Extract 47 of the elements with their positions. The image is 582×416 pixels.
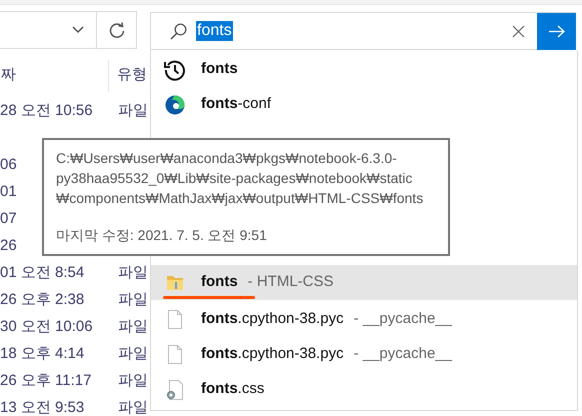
suggestion-name: fonts.cpython-38.pyc: [201, 344, 344, 364]
suggestion-location: - HTML-CSS: [248, 272, 334, 292]
date-cell-text: 06: [0, 155, 17, 176]
suggestion-name: fonts: [201, 59, 238, 80]
date-cell-text: 28 오전 10:56: [0, 101, 93, 122]
file-icon: [168, 310, 182, 329]
tooltip-path: ₩components₩MathJax₩jax₩output₩HTML-CSS₩fonts: [56, 189, 424, 208]
tooltip-path: C:₩Users₩user₩anaconda3₩pkgs₩notebook-6.3.0-: [56, 149, 398, 168]
folder-icon: [166, 274, 184, 291]
suggestion-location: - __pycache__: [354, 309, 452, 330]
date-cell-text: 26 오후 2:38: [0, 290, 84, 310]
suggestion-item[interactable]: fonts.cpython-38.pyc - __pycache__: [151, 302, 577, 337]
suggestion-item[interactable]: fonts: [151, 52, 577, 87]
suggestion-name: fonts: [201, 272, 238, 292]
column-header[interactable]: 유형: [109, 64, 147, 87]
suggestion-name: fonts.css: [201, 379, 264, 400]
type-cell-text: 파일: [118, 344, 148, 364]
date-cell-text: 26 오후 11:17: [0, 371, 92, 392]
suggestion-item[interactable]: fonts - HTML-CSS: [151, 265, 577, 300]
type-cell-text: 파일: [118, 317, 148, 338]
suggestion-name: fonts-conf: [201, 94, 272, 114]
date-cell-text: 18 오후 4:14: [0, 344, 84, 364]
tooltip-modified: 마지막 수정: 2021. 7. 5. 오전 9:51: [56, 226, 268, 245]
date-cell-text: 07: [0, 209, 17, 230]
history-icon: [164, 58, 186, 80]
refresh-icon[interactable]: [108, 22, 124, 38]
date-cell-text: 01 오전 8:54: [0, 263, 84, 284]
suggestion-item[interactable]: fonts.cpython-38.pyc - __pycache__: [151, 337, 577, 372]
type-cell-text: 파일: [118, 398, 148, 416]
tooltip-path: py38haa95532_0₩Lib₩site-packages₩notebook₩static: [56, 169, 414, 188]
date-cell-text: 26: [0, 236, 17, 256]
date-cell-text: 01: [0, 182, 17, 202]
column-header[interactable]: 짜: [0, 64, 108, 87]
suggestion-location: - __pycache__: [354, 344, 452, 364]
suggestion-name: fonts.cpython-38.pyc: [201, 309, 344, 330]
type-cell-text: 파일: [118, 371, 148, 392]
type-cell-text: 파일: [118, 290, 148, 310]
date-cell-text: 13 오전 9:53: [0, 398, 84, 416]
type-cell-text: 파일: [118, 263, 148, 284]
file-icon: [168, 345, 182, 364]
type-cell-text: 파일: [118, 101, 148, 122]
chevron-down-icon: [72, 26, 84, 34]
browser-logo-icon: [165, 94, 185, 114]
date-cell-text: 30 오전 10:06: [0, 317, 93, 338]
css-file-icon: [166, 380, 184, 400]
suggestion-item[interactable]: fonts-conf: [151, 87, 577, 122]
suggestion-item[interactable]: fonts.css: [151, 372, 577, 407]
